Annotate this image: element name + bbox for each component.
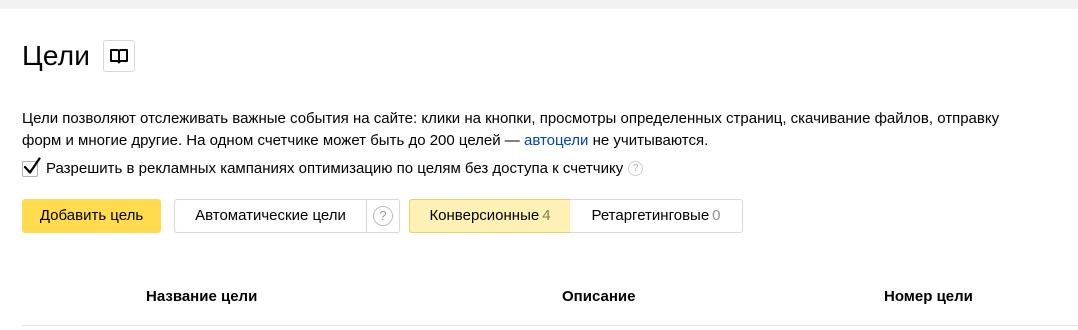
tab-retargeting-label: Ретаргетинговые [591, 207, 710, 224]
tab-conversion[interactable]: Конверсионные 4 [409, 199, 571, 233]
tab-retargeting[interactable]: Ретаргетинговые 0 [570, 199, 743, 233]
description-text: Цели позволяют отслеживать важные событи… [22, 110, 1000, 149]
column-description[interactable]: Описание [562, 288, 635, 306]
title-row: Цели [22, 39, 136, 73]
question-icon: ? [373, 206, 393, 226]
question-icon[interactable]: ? [628, 161, 644, 176]
checkmark-icon [23, 156, 41, 174]
book-icon [110, 49, 129, 64]
page-title: Цели [22, 40, 91, 71]
auto-goals-link[interactable]: автоцели [524, 132, 588, 149]
tab-conversion-count: 4 [542, 207, 551, 224]
tab-retargeting-count: 0 [712, 207, 721, 224]
allow-optimization-label[interactable]: Разрешить в рекламных кампаниях оптимиза… [46, 160, 623, 177]
tab-conversion-label: Конверсионные [429, 207, 540, 224]
allow-optimization-row: Разрешить в рекламных кампаниях оптимиза… [22, 156, 644, 177]
goals-description: Цели позволяют отслеживать важные событи… [22, 108, 1022, 152]
documentation-button[interactable] [103, 40, 136, 72]
column-goal-number[interactable]: Номер цели [884, 288, 973, 306]
auto-goals-button[interactable]: Автоматические цели [174, 199, 367, 233]
auto-goals-help-button[interactable]: ? [366, 199, 400, 233]
description-text-end: не учитываются. [588, 132, 709, 149]
allow-optimization-checkbox[interactable] [22, 156, 41, 177]
add-goal-button[interactable]: Добавить цель [22, 199, 161, 233]
column-goal-name[interactable]: Название цели [146, 288, 257, 306]
goals-table-header: Название цели Описание Номер цели [22, 279, 1078, 326]
goals-panel: Цели Цели позволяют отслеживать важные с… [0, 9, 1078, 330]
